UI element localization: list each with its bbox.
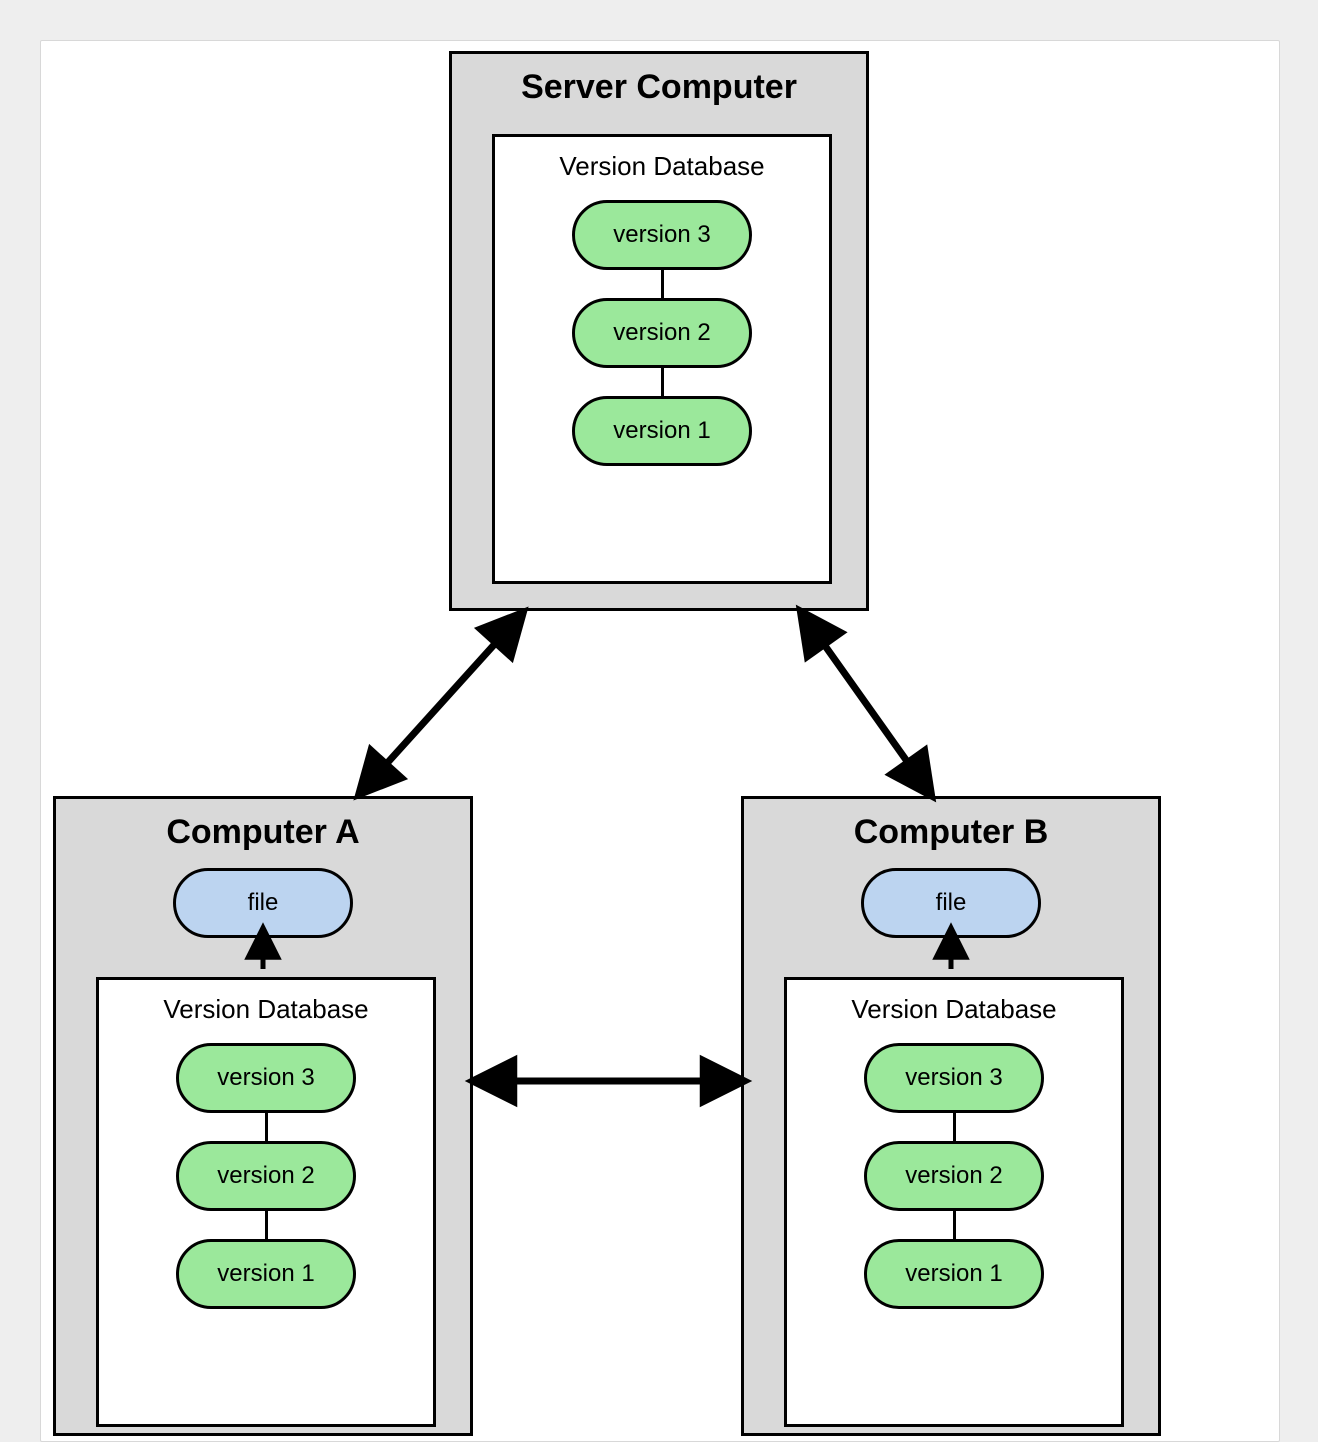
computer-a-db-title: Version Database bbox=[99, 980, 433, 1043]
computer-a-title: Computer A bbox=[56, 799, 470, 862]
computer-a-version-1: version 1 bbox=[176, 1239, 356, 1309]
server-version-stack: version 3 version 2 version 1 bbox=[495, 200, 829, 466]
computer-a-version-3: version 3 bbox=[176, 1043, 356, 1113]
computer-b-box: Computer B file Version Database version… bbox=[741, 796, 1161, 1436]
computer-a-version-database: Version Database version 3 version 2 ver… bbox=[96, 977, 436, 1427]
computer-a-file: file bbox=[173, 868, 353, 938]
arrow-server-to-b bbox=[811, 626, 921, 781]
computer-a-box: Computer A file Version Database version… bbox=[53, 796, 473, 1436]
computer-a-version-2: version 2 bbox=[176, 1141, 356, 1211]
connector bbox=[953, 1113, 956, 1141]
server-title: Server Computer bbox=[452, 54, 866, 117]
server-version-1: version 1 bbox=[572, 396, 752, 466]
arrow-server-to-a bbox=[371, 626, 511, 781]
connector bbox=[265, 1113, 268, 1141]
connector bbox=[265, 1211, 268, 1239]
connector bbox=[953, 1211, 956, 1239]
computer-b-version-2: version 2 bbox=[864, 1141, 1044, 1211]
server-version-2: version 2 bbox=[572, 298, 752, 368]
diagram-canvas: Server Computer Version Database version… bbox=[40, 40, 1280, 1442]
computer-b-file: file bbox=[861, 868, 1041, 938]
connector bbox=[661, 270, 664, 298]
computer-b-version-1: version 1 bbox=[864, 1239, 1044, 1309]
computer-a-version-stack: version 3 version 2 version 1 bbox=[99, 1043, 433, 1309]
server-computer-box: Server Computer Version Database version… bbox=[449, 51, 869, 611]
server-version-3: version 3 bbox=[572, 200, 752, 270]
connector bbox=[661, 368, 664, 396]
server-version-database: Version Database version 3 version 2 ver… bbox=[492, 134, 832, 584]
computer-b-db-title: Version Database bbox=[787, 980, 1121, 1043]
computer-b-title: Computer B bbox=[744, 799, 1158, 862]
computer-b-version-3: version 3 bbox=[864, 1043, 1044, 1113]
computer-b-version-database: Version Database version 3 version 2 ver… bbox=[784, 977, 1124, 1427]
server-db-title: Version Database bbox=[495, 137, 829, 200]
computer-b-version-stack: version 3 version 2 version 1 bbox=[787, 1043, 1121, 1309]
